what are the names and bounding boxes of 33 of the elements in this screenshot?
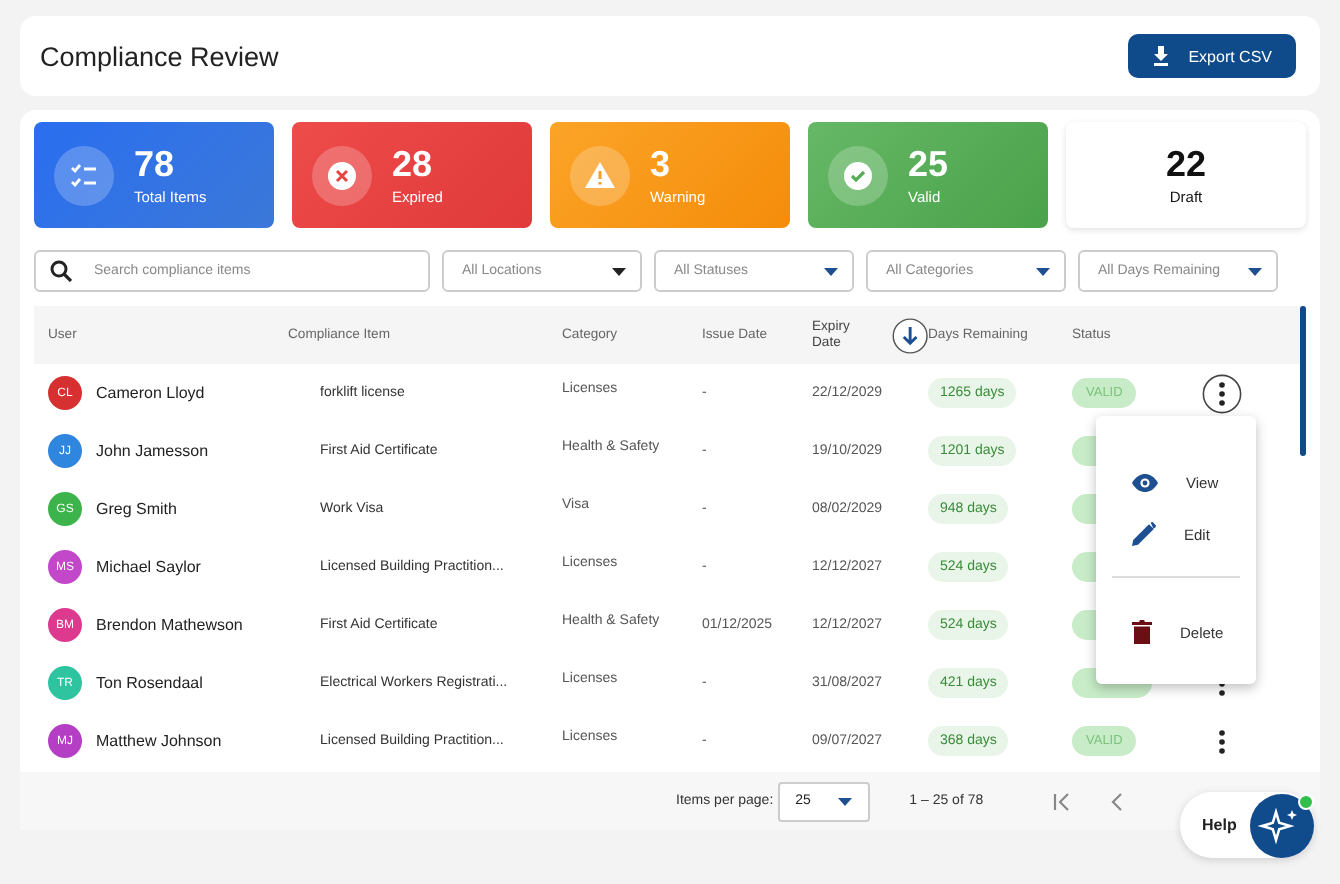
search-icon xyxy=(50,260,72,282)
more-icon[interactable] xyxy=(1202,373,1242,413)
caret-icon xyxy=(1248,267,1262,275)
user-name: Greg Smith xyxy=(96,500,177,518)
export-button[interactable]: Export CSV xyxy=(1128,34,1296,78)
user-name: Michael Saylor xyxy=(96,558,201,576)
stat-value: 25 xyxy=(908,144,949,184)
help-widget[interactable]: Help xyxy=(1180,792,1315,858)
stat-value: 22 xyxy=(1165,144,1207,184)
user-name: Ton Rosendaal xyxy=(96,674,203,692)
stat-value: 78 xyxy=(134,144,177,184)
checklist-icon xyxy=(54,145,114,205)
first-page-icon[interactable] xyxy=(1051,791,1072,811)
user-name: John Jamesson xyxy=(96,442,209,460)
cancel-icon xyxy=(312,145,372,205)
user-name: Matthew Johnson xyxy=(96,732,222,750)
user-name: Brendon Mathewson xyxy=(96,616,243,634)
caret-icon xyxy=(824,267,838,275)
stat-value: 3 xyxy=(650,144,673,184)
eye-icon xyxy=(1132,473,1158,491)
user-name: Cameron Lloyd xyxy=(96,384,205,402)
caret-icon xyxy=(837,797,852,805)
warning-icon xyxy=(570,145,630,205)
pencil-icon xyxy=(1132,522,1156,546)
previous-page-icon[interactable] xyxy=(1107,791,1128,811)
page-title: Compliance Review xyxy=(40,41,279,71)
caret-icon xyxy=(612,267,626,275)
caret-icon xyxy=(1036,267,1050,275)
stat-value: 28 xyxy=(392,144,435,184)
check-circle-icon xyxy=(828,145,888,205)
scrollbar[interactable] xyxy=(1300,306,1306,456)
download-icon xyxy=(1152,46,1171,66)
trash-icon xyxy=(1132,620,1152,644)
